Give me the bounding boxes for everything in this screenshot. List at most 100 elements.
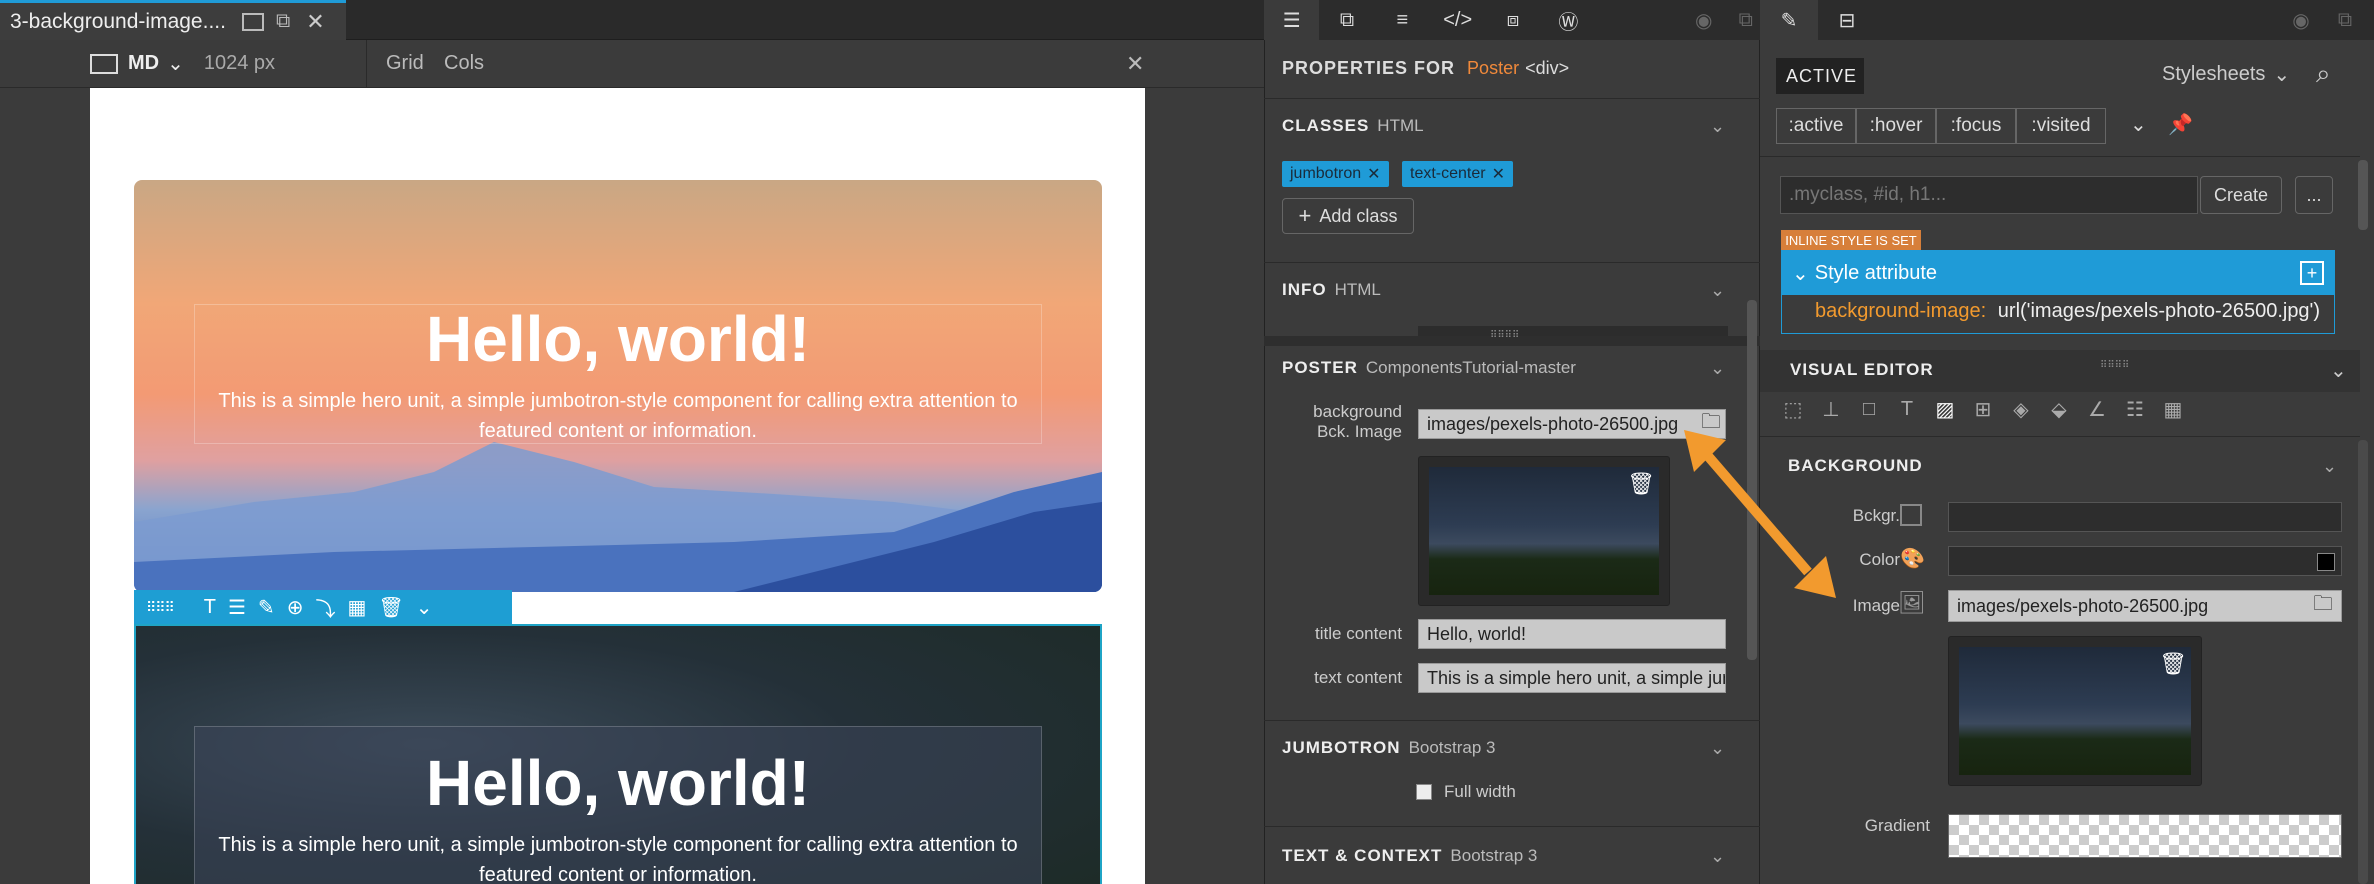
layers-tab-icon[interactable]: ⧉	[1319, 0, 1374, 40]
trash-icon[interactable]: 🗑	[378, 595, 403, 620]
mountain-silhouette	[134, 442, 1102, 592]
device-size[interactable]: MD	[128, 52, 159, 75]
image-input[interactable]: images/pexels-photo-26500.jpg 🗀	[1948, 590, 2342, 622]
properties-tab-icon[interactable]: ☰	[1264, 0, 1320, 40]
chevron-down-icon[interactable]: ⌄	[1710, 738, 1725, 759]
css-declaration[interactable]: background-image: url('images/pexels-pho…	[1815, 300, 2320, 323]
full-width-checkbox[interactable]: Full width	[1416, 782, 1516, 802]
window-icon[interactable]	[241, 12, 264, 31]
chevron-down-icon[interactable]: ⌄	[1792, 261, 1809, 286]
chevron-down-icon[interactable]: ⌄	[1710, 846, 1725, 867]
trash-icon[interactable]: 🗑	[2159, 651, 2187, 677]
document-tab[interactable]: 3-background-image.... ⧉ ✕	[0, 0, 346, 40]
detach-icon[interactable]: ⧉	[2330, 0, 2360, 40]
brush-icon[interactable]: ✎	[258, 595, 275, 620]
pin-icon[interactable]: 📌	[2168, 112, 2193, 137]
background-section-header[interactable]: BACKGROUND	[1788, 456, 2250, 480]
search-icon[interactable]: ⌕	[2316, 58, 2331, 90]
selector-input[interactable]: .myclass, #id, h1...	[1780, 176, 2198, 214]
transform-icon[interactable]: ⬙	[2046, 396, 2072, 422]
wordpress-tab-icon[interactable]: Ⓦ	[1541, 0, 1596, 40]
create-button[interactable]: Create	[2200, 176, 2282, 214]
hero-title: Hello, world!	[426, 747, 810, 819]
text-context-section-header[interactable]: TEXT & CONTEXT Bootstrap 3	[1282, 846, 1744, 870]
jumbotron-section-header[interactable]: JUMBOTRON Bootstrap 3	[1282, 738, 1744, 762]
position-icon[interactable]: ⊥	[1818, 396, 1844, 422]
styles-scrollbar[interactable]	[2358, 160, 2368, 230]
table-icon[interactable]: ▦	[2160, 396, 2186, 422]
poster-section-header[interactable]: POSTER ComponentsTutorial-master	[1282, 358, 1744, 382]
code-tab-icon[interactable]: </>	[1430, 0, 1485, 40]
state-visited-button[interactable]: :visited	[2016, 108, 2106, 144]
typography-icon[interactable]: T	[1894, 396, 1920, 422]
collapse-all-icon[interactable]: ⌄	[2330, 358, 2347, 383]
components-tab-icon[interactable]: ⧈	[1485, 0, 1540, 40]
hero-text: This is a simple hero unit, a simple jum…	[218, 834, 1018, 884]
eye-icon[interactable]: ◉	[2272, 0, 2330, 40]
color-input[interactable]	[1948, 546, 2342, 576]
drag-handle-icon[interactable]: ⠿⠿⠿⠿	[2100, 360, 2129, 371]
chevron-down-icon[interactable]: ⌄	[1710, 280, 1725, 301]
image-icon[interactable]: 🖼	[1898, 590, 1926, 616]
drag-handle-icon[interactable]: ⠿⠿⠿	[146, 599, 175, 616]
effects-icon[interactable]: ◈	[2008, 396, 2034, 422]
gradient-picker[interactable]	[1948, 814, 2342, 858]
folder-icon[interactable]: 🗀	[2313, 591, 2333, 621]
close-tab-icon[interactable]: ✕	[306, 9, 324, 35]
add-class-button[interactable]: + Add class	[1282, 198, 1414, 234]
state-hover-button[interactable]: :hover	[1856, 108, 1936, 144]
cols-toggle[interactable]: Cols	[444, 52, 484, 75]
chevron-down-icon[interactable]: ⌄	[2130, 112, 2147, 137]
active-rules-tab[interactable]: ACTIVE	[1776, 58, 1864, 94]
eye-icon[interactable]: ◉	[1676, 0, 1731, 40]
bckgr-checkbox[interactable]	[1900, 504, 1922, 526]
grid-toggle[interactable]: Grid	[386, 52, 424, 75]
animation-icon[interactable]: ∠	[2084, 396, 2110, 422]
chevron-down-icon[interactable]: ⌄	[2322, 456, 2337, 477]
classes-section-header[interactable]: CLASSES HTML	[1282, 116, 1744, 140]
replace-icon[interactable]: ⤵	[315, 593, 335, 622]
layout-icon[interactable]: ⊞	[1970, 396, 1996, 422]
background-icon[interactable]: ▨	[1932, 396, 1958, 422]
jumbotron-hero-2-selected[interactable]: Hello, world! This is a simple hero unit…	[134, 624, 1102, 884]
state-focus-button[interactable]: :focus	[1936, 108, 2016, 144]
text-content-input[interactable]: This is a simple hero unit, a simple jum…	[1418, 663, 1726, 693]
actions-tab-icon[interactable]: ≡	[1375, 0, 1430, 40]
class-tag-text-center[interactable]: text-center ✕	[1402, 161, 1513, 187]
more-button[interactable]: ...	[2295, 176, 2333, 214]
text-edit-icon[interactable]: T	[204, 596, 216, 619]
visual-editor-scrollbar[interactable]	[2358, 440, 2368, 884]
brush-tab-icon[interactable]: ✎	[1760, 0, 1818, 40]
gradient-label: Gradient	[1864, 816, 1930, 835]
annotation-arrow	[1684, 430, 1836, 598]
device-icon[interactable]	[90, 53, 118, 74]
list-icon[interactable]: ☷	[2122, 396, 2148, 422]
split-icon[interactable]: ⧉	[276, 10, 290, 33]
properties-tabs: ☰ ⧉ ≡ </> ⧈ Ⓦ ◉ ⧉	[1264, 0, 1760, 40]
box-model-icon[interactable]: ⬚	[1780, 396, 1806, 422]
chevron-down-icon[interactable]: ⌄	[1710, 358, 1725, 379]
css-rules-tab-icon[interactable]: ⊟	[1818, 0, 1876, 40]
add-property-icon[interactable]: +	[2300, 261, 2324, 285]
jumbotron-hero-1[interactable]: Hello, world! This is a simple hero unit…	[134, 180, 1102, 592]
insert-icon[interactable]: ⊕	[287, 595, 304, 620]
properties-icon[interactable]: ☰	[228, 595, 246, 620]
style-attribute-header[interactable]: ⌄ Style attribute +	[1782, 251, 2334, 295]
stylesheets-dropdown[interactable]: Stylesheets ⌄	[2162, 62, 2290, 87]
title-content-input[interactable]: Hello, world!	[1418, 619, 1726, 649]
chevron-down-icon[interactable]: ⌄	[1710, 116, 1725, 137]
close-icon[interactable]: ✕	[1126, 51, 1144, 77]
border-icon[interactable]: □	[1856, 396, 1882, 422]
detach-icon[interactable]: ⧉	[1731, 0, 1760, 40]
panel-resize-handle[interactable]: ⠿⠿⠿⠿	[1264, 330, 1760, 346]
info-section-header[interactable]: INFO HTML	[1282, 280, 1744, 304]
state-active-button[interactable]: :active	[1776, 108, 1856, 144]
grid-icon[interactable]: ▦	[347, 595, 366, 620]
bckgr-input[interactable]	[1948, 502, 2342, 532]
trash-icon[interactable]: 🗑	[1627, 471, 1655, 497]
palette-icon[interactable]: 🎨	[1900, 546, 1925, 571]
chevron-down-icon[interactable]: ⌄	[167, 51, 184, 76]
chevron-down-icon[interactable]: ⌄	[416, 595, 433, 620]
color-swatch[interactable]	[2317, 553, 2335, 571]
class-tag-jumbotron[interactable]: jumbotron ✕	[1282, 161, 1389, 187]
